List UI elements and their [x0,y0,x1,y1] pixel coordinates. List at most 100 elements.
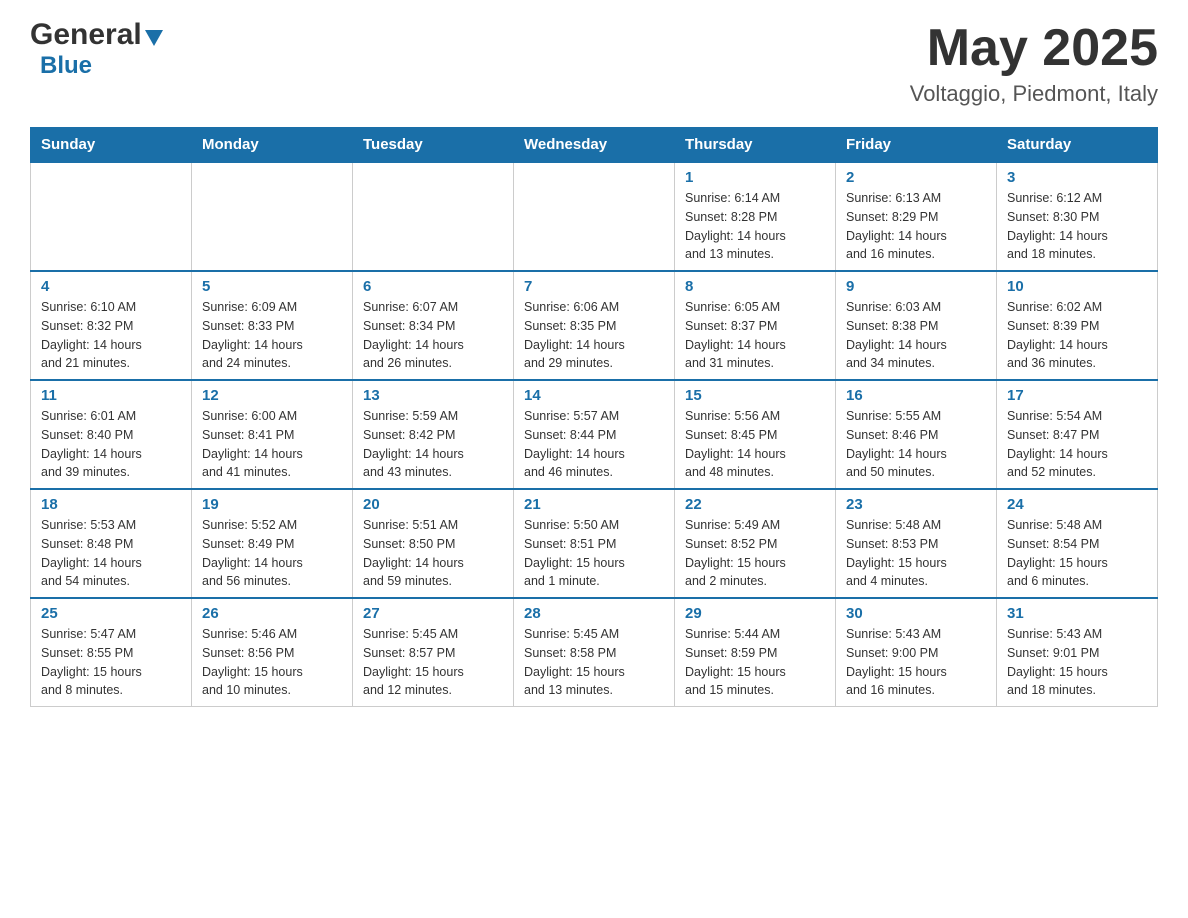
day-cell: 2 Sunrise: 6:13 AM Sunset: 8:29 PM Daylig… [836,162,997,271]
day-number: 9 [846,278,986,295]
day-number: 2 [846,169,986,186]
day-cell: 30 Sunrise: 5:43 AM Sunset: 9:00 PM Dayli… [836,598,997,707]
day-cell: 23 Sunrise: 5:48 AM Sunset: 8:53 PM Dayli… [836,489,997,598]
day-cell: 19 Sunrise: 5:52 AM Sunset: 8:49 PM Dayli… [192,489,353,598]
week-row-1: 1Sunrise: 6:14 AM Sunset: 8:28 PM Daylig… [31,162,1158,271]
day-cell: 20Sunrise: 5:51 AM Sunset: 8:50 PM Dayli… [353,489,514,598]
day-number: 29 [685,605,825,622]
day-info: Sunrise: 6:13 AM Sunset: 8:29 PM Dayligh… [846,189,986,264]
day-number: 12 [202,387,342,404]
day-number: 4 [41,278,181,295]
day-number: 25 [41,605,181,622]
calendar-title: May 2025 [910,20,1158,77]
header-row: SundayMondayTuesdayWednesdayThursdayFrid… [31,128,1158,163]
day-cell: 4 Sunrise: 6:10 AM Sunset: 8:32 PM Daylig… [31,271,192,380]
day-info: Sunrise: 6:03 AM Sunset: 8:38 PM Dayligh… [846,298,986,373]
day-cell: 9 Sunrise: 6:03 AM Sunset: 8:38 PM Daylig… [836,271,997,380]
day-info: Sunrise: 5:43 AM Sunset: 9:00 PM Dayligh… [846,625,986,700]
day-number: 22 [685,496,825,513]
day-number: 20 [363,496,503,513]
day-number: 31 [1007,605,1147,622]
day-info: Sunrise: 5:55 AM Sunset: 8:46 PM Dayligh… [846,407,986,482]
day-cell: 24 Sunrise: 5:48 AM Sunset: 8:54 PM Dayli… [997,489,1158,598]
day-info: Sunrise: 5:49 AM Sunset: 8:52 PM Dayligh… [685,516,825,591]
day-info: Sunrise: 5:45 AM Sunset: 8:57 PM Dayligh… [363,625,503,700]
day-cell: 3 Sunrise: 6:12 AM Sunset: 8:30 PM Daylig… [997,162,1158,271]
day-number: 23 [846,496,986,513]
day-cell: 17 Sunrise: 5:54 AM Sunset: 8:47 PM Dayli… [997,380,1158,489]
day-cell [192,162,353,271]
title-block: May 2025 Voltaggio, Piedmont, Italy [910,20,1158,107]
day-info: Sunrise: 5:59 AM Sunset: 8:42 PM Dayligh… [363,407,503,482]
day-info: Sunrise: 5:54 AM Sunset: 8:47 PM Dayligh… [1007,407,1147,482]
day-number: 28 [524,605,664,622]
calendar-table: SundayMondayTuesdayWednesdayThursdayFrid… [30,127,1158,707]
header-cell-saturday: Saturday [997,128,1158,163]
day-cell: 18 Sunrise: 5:53 AM Sunset: 8:48 PM Dayli… [31,489,192,598]
day-cell: 15 Sunrise: 5:56 AM Sunset: 8:45 PM Dayli… [675,380,836,489]
header-cell-wednesday: Wednesday [514,128,675,163]
header-cell-friday: Friday [836,128,997,163]
day-number: 18 [41,496,181,513]
day-number: 3 [1007,169,1147,186]
calendar-subtitle: Voltaggio, Piedmont, Italy [910,81,1158,107]
day-cell [514,162,675,271]
day-info: Sunrise: 5:43 AM Sunset: 9:01 PM Dayligh… [1007,625,1147,700]
day-info: Sunrise: 6:02 AM Sunset: 8:39 PM Dayligh… [1007,298,1147,373]
week-row-2: 4 Sunrise: 6:10 AM Sunset: 8:32 PM Daylig… [31,271,1158,380]
day-number: 17 [1007,387,1147,404]
day-cell: 12 Sunrise: 6:00 AM Sunset: 8:41 PM Dayli… [192,380,353,489]
day-info: Sunrise: 6:09 AM Sunset: 8:33 PM Dayligh… [202,298,342,373]
header-cell-thursday: Thursday [675,128,836,163]
logo: General Blue [30,20,163,80]
day-cell: 28 Sunrise: 5:45 AM Sunset: 8:58 PM Dayli… [514,598,675,707]
day-info: Sunrise: 6:07 AM Sunset: 8:34 PM Dayligh… [363,298,503,373]
day-info: Sunrise: 6:00 AM Sunset: 8:41 PM Dayligh… [202,407,342,482]
day-number: 27 [363,605,503,622]
day-cell: 6 Sunrise: 6:07 AM Sunset: 8:34 PM Daylig… [353,271,514,380]
day-cell: 31 Sunrise: 5:43 AM Sunset: 9:01 PM Dayli… [997,598,1158,707]
calendar-header: SundayMondayTuesdayWednesdayThursdayFrid… [31,128,1158,163]
day-info: Sunrise: 5:46 AM Sunset: 8:56 PM Dayligh… [202,625,342,700]
day-info: Sunrise: 5:48 AM Sunset: 8:53 PM Dayligh… [846,516,986,591]
day-cell: 1Sunrise: 6:14 AM Sunset: 8:28 PM Daylig… [675,162,836,271]
logo-blue-text: Blue [40,52,92,80]
day-info: Sunrise: 5:44 AM Sunset: 8:59 PM Dayligh… [685,625,825,700]
day-number: 14 [524,387,664,404]
day-number: 26 [202,605,342,622]
day-cell: 8Sunrise: 6:05 AM Sunset: 8:37 PM Daylig… [675,271,836,380]
day-cell: 21 Sunrise: 5:50 AM Sunset: 8:51 PM Dayli… [514,489,675,598]
day-number: 30 [846,605,986,622]
day-cell: 5 Sunrise: 6:09 AM Sunset: 8:33 PM Daylig… [192,271,353,380]
day-number: 19 [202,496,342,513]
header-cell-monday: Monday [192,128,353,163]
day-info: Sunrise: 6:10 AM Sunset: 8:32 PM Dayligh… [41,298,181,373]
week-row-5: 25Sunrise: 5:47 AM Sunset: 8:55 PM Dayli… [31,598,1158,707]
day-number: 5 [202,278,342,295]
day-info: Sunrise: 5:48 AM Sunset: 8:54 PM Dayligh… [1007,516,1147,591]
day-info: Sunrise: 5:56 AM Sunset: 8:45 PM Dayligh… [685,407,825,482]
day-info: Sunrise: 5:52 AM Sunset: 8:49 PM Dayligh… [202,516,342,591]
day-cell: 10Sunrise: 6:02 AM Sunset: 8:39 PM Dayli… [997,271,1158,380]
day-info: Sunrise: 6:12 AM Sunset: 8:30 PM Dayligh… [1007,189,1147,264]
day-info: Sunrise: 5:45 AM Sunset: 8:58 PM Dayligh… [524,625,664,700]
day-cell: 16 Sunrise: 5:55 AM Sunset: 8:46 PM Dayli… [836,380,997,489]
day-number: 15 [685,387,825,404]
week-row-4: 18 Sunrise: 5:53 AM Sunset: 8:48 PM Dayli… [31,489,1158,598]
day-cell [31,162,192,271]
day-cell: 14Sunrise: 5:57 AM Sunset: 8:44 PM Dayli… [514,380,675,489]
header-cell-sunday: Sunday [31,128,192,163]
logo-triangle-icon [145,30,163,46]
day-number: 24 [1007,496,1147,513]
day-number: 16 [846,387,986,404]
day-cell: 7Sunrise: 6:06 AM Sunset: 8:35 PM Daylig… [514,271,675,380]
header-cell-tuesday: Tuesday [353,128,514,163]
calendar-body: 1Sunrise: 6:14 AM Sunset: 8:28 PM Daylig… [31,162,1158,707]
day-info: Sunrise: 5:53 AM Sunset: 8:48 PM Dayligh… [41,516,181,591]
day-info: Sunrise: 6:14 AM Sunset: 8:28 PM Dayligh… [685,189,825,264]
day-number: 21 [524,496,664,513]
day-number: 6 [363,278,503,295]
logo-general-text: General [30,20,142,50]
day-info: Sunrise: 5:50 AM Sunset: 8:51 PM Dayligh… [524,516,664,591]
day-cell: 25Sunrise: 5:47 AM Sunset: 8:55 PM Dayli… [31,598,192,707]
